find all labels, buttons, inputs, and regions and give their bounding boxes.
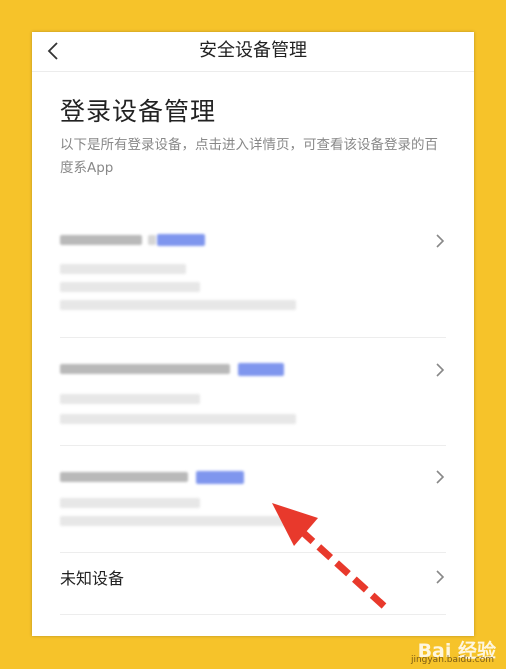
- chevron-right-icon: [433, 234, 447, 248]
- page-heading: 登录设备管理: [60, 97, 217, 126]
- nav-title: 安全设备管理: [199, 40, 307, 61]
- redacted-highlight: [196, 471, 244, 484]
- device-item-3[interactable]: [60, 446, 446, 553]
- chevron-right-icon: [433, 570, 447, 584]
- phone-screen: 安全设备管理 登录设备管理 以下是所有登录设备，点击进入详情页，可查看该设备登录…: [32, 32, 474, 636]
- watermark-url: jingyan.baidu.com: [410, 655, 494, 665]
- redacted-highlight: [157, 234, 205, 246]
- navbar: 安全设备管理: [32, 32, 474, 72]
- unknown-device-item[interactable]: 未知设备: [60, 553, 446, 615]
- device-item-1[interactable]: [60, 228, 446, 338]
- chevron-right-icon: [433, 363, 447, 377]
- device-item-2[interactable]: [60, 338, 446, 446]
- chevron-right-icon: [433, 470, 447, 484]
- redacted-highlight: [238, 363, 284, 376]
- unknown-device-label: 未知设备: [60, 569, 125, 588]
- page-description: 以下是所有登录设备，点击进入详情页，可查看该设备登录的百度系App: [60, 137, 438, 176]
